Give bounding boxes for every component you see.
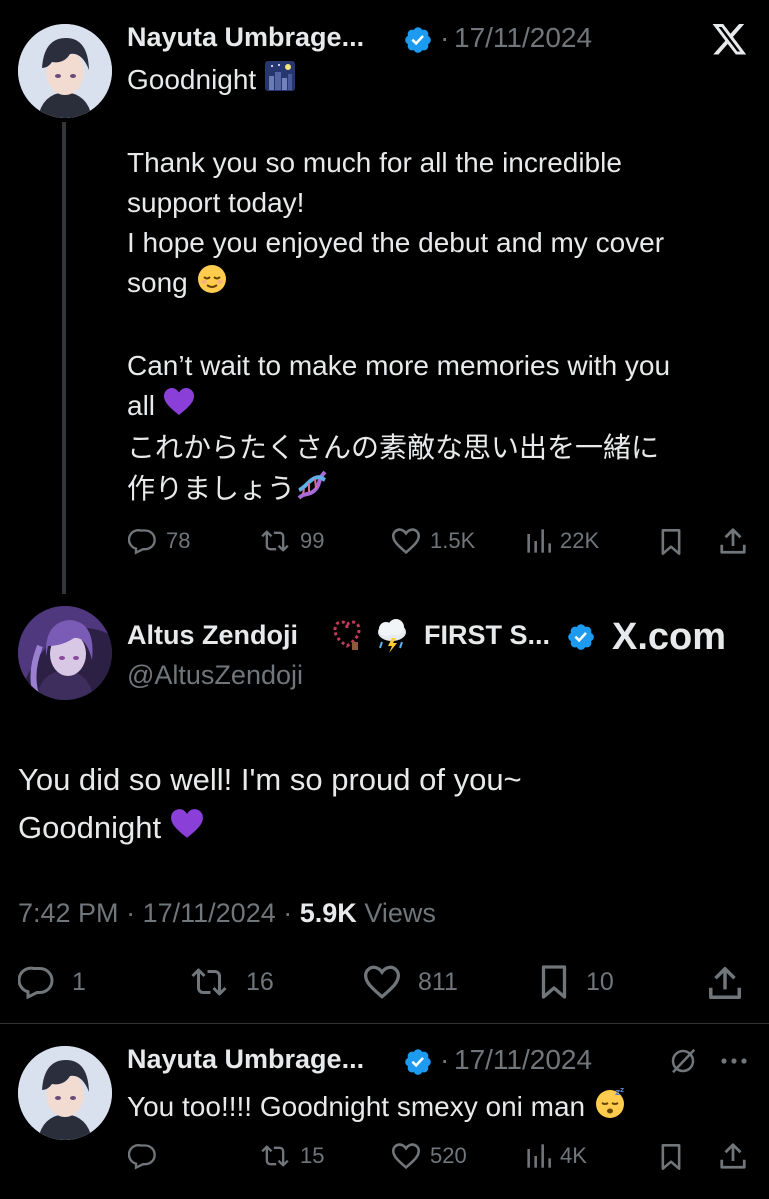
tweet1-views-button[interactable]: 22K [524,527,599,555]
heart-icon [391,528,421,555]
quoted-text: You did so well! I'm so proud of you~ Go… [18,756,758,854]
tweet1-like-count: 1.5K [430,528,476,553]
views-chart-icon [527,1144,551,1168]
tweet1-like-button[interactable]: 1.5K [390,527,475,555]
night-city-emoji-icon [264,60,296,103]
quoted-reply-count: 1 [72,967,86,996]
quoted-text-line-1: You did so well! I'm so proud of you~ [18,762,522,797]
quoted-bookmark-count: 10 [586,967,614,996]
quoted-views-label: Views [364,898,436,928]
purple-heart-emoji-icon [163,387,195,428]
heart-icon [391,1143,421,1170]
reply-date[interactable]: 17/11/2024 [454,1044,592,1076]
quoted-date[interactable]: 17/11/2024 [143,898,276,928]
quoted-text-line-2: Goodnight [18,804,758,854]
avatar-altus[interactable] [18,606,112,700]
tweet1-reply-count: 78 [166,528,191,553]
quoted-share-icon[interactable] [706,964,744,1007]
tweet1-repost-count: 99 [300,528,325,553]
quoted-repost-button[interactable]: 16 [188,964,274,1000]
tweet1-line-8: Can’t wait to make more memories with yo… [127,350,671,382]
site-watermark-label: X.com [612,616,727,658]
more-options-icon[interactable] [720,1054,748,1072]
verified-badge-icon [403,25,433,60]
tweet1-line-6: song [127,263,757,306]
thread-connector-line [62,122,66,594]
sleeping-face-emoji-icon: zz [593,1086,627,1131]
tweet1-display-name[interactable]: Nayuta Umbrage... [127,22,364,53]
quoted-reply-button[interactable]: 1 [18,964,86,1000]
quoted-repost-count: 16 [246,967,274,996]
prayer-beads-emoji-icon [330,618,364,657]
tweet1-repost-button[interactable]: 99 [258,527,324,555]
tweet1-line-7 [127,306,757,346]
quoted-date-separator: · [126,898,136,928]
reply-text-content: You too!!!! Goodnight smexy oni man [127,1090,586,1122]
verified-badge-icon [403,1047,433,1082]
tweet1-line-1: Goodnight [127,60,757,103]
tweet1-view-count: 22K [560,528,600,553]
reply-bookmark-icon[interactable] [658,1143,684,1176]
quoted-meta: 7:42 PM · 17/11/2024 · 5.9K Views [18,898,436,929]
dna-emoji-icon [295,468,329,513]
tweet1-line-11: 作りましょう [127,468,757,513]
tweet1-line-2 [127,103,757,143]
reply-like-count: 520 [430,1143,467,1168]
tweet1-bookmark-icon[interactable] [658,528,684,561]
svg-text:z: z [620,1086,624,1094]
reply-like-button[interactable]: 520 [390,1142,467,1170]
reply-repost-count: 15 [300,1143,325,1168]
tweet1-date[interactable]: 17/11/2024 [454,22,592,54]
avatar-nayuta[interactable] [18,24,112,118]
quoted-views-separator: · [283,898,293,928]
reply-reply-icon[interactable] [127,1142,158,1175]
tweet1-text: Goodnight Thank you so much for all the … [127,60,757,513]
quoted-handle[interactable]: @AltusZendoji [127,660,303,691]
quoted-like-button[interactable]: 811 [362,964,458,1000]
reply-display-name[interactable]: Nayuta Umbrage... [127,1044,364,1075]
tweet1-date-separator: · [440,22,450,53]
reply-view-count: 4K [560,1143,587,1168]
tweet1-share-icon[interactable] [718,526,748,561]
x-logo-icon[interactable] [712,24,748,61]
reply-repost-button[interactable]: 15 [258,1142,324,1170]
tweet-divider [0,1023,769,1024]
quoted-bookmark-button[interactable]: 10 [538,964,614,1000]
cloud-lightning-rain-emoji-icon [374,618,410,659]
repost-icon [261,1145,289,1167]
quoted-time[interactable]: 7:42 PM [18,898,119,928]
repost-icon [261,530,289,552]
purple-heart-emoji-icon [170,806,204,854]
tweet1-line-10: これからたくさんの素敵な思い出を一緒に [127,432,660,464]
quoted-like-count: 811 [418,967,458,996]
avatar-nayuta-reply[interactable] [18,1046,112,1140]
tweet1-line-5: I hope you enjoyed the debut and my cove… [127,227,665,259]
reply-icon [18,966,54,1000]
reply-text: You too!!!! Goodnight smexy oni man zz [127,1086,627,1131]
reply-share-icon[interactable] [718,1141,748,1176]
verified-badge-icon [566,622,596,657]
tweet1-line-9: all [127,386,757,428]
site-watermark: X.com [612,616,726,659]
views-chart-icon [527,529,551,553]
quoted-name-suffix[interactable]: FIRST S... [424,620,550,651]
reply-date-separator: · [440,1044,450,1075]
bookmark-icon [541,965,567,999]
tweet1-line-3: Thank you so much for all the incredible [127,147,622,179]
reply-icon [128,529,156,555]
quoted-views-count: 5.9K [299,898,357,928]
repost-icon [191,968,227,996]
relieved-face-emoji-icon [196,263,228,306]
quoted-display-name[interactable]: Altus Zendoji [127,620,298,651]
tweet1-line-4: support today! [127,187,305,219]
heart-icon [363,965,401,999]
tweet1-reply-button[interactable]: 78 [128,527,190,555]
reply-views-button[interactable]: 4K [524,1142,587,1170]
grok-icon[interactable] [668,1046,698,1081]
